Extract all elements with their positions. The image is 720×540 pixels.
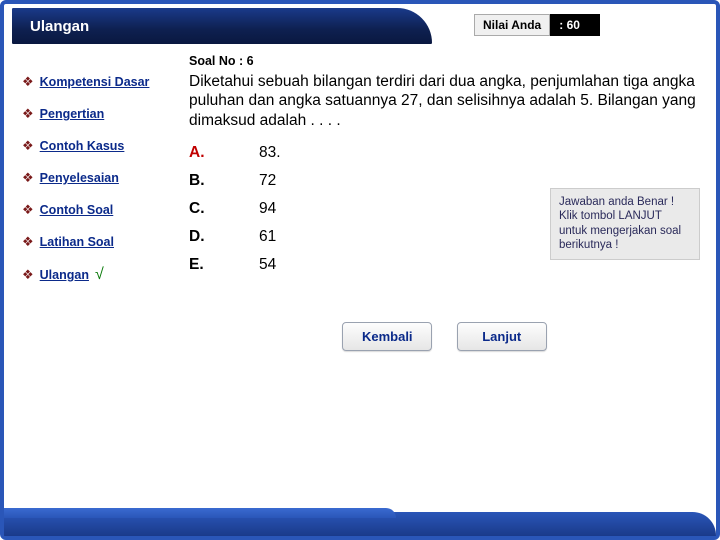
button-row: Kembali Lanjut: [189, 322, 700, 351]
option-letter: E.: [189, 256, 259, 274]
sidebar-item-contoh-soal[interactable]: ❖ Contoh Soal: [22, 202, 173, 218]
score-label: Nilai Anda: [474, 14, 550, 36]
diamond-bullet-icon: ❖: [22, 138, 34, 154]
sidebar-item-ulangan[interactable]: ❖ Ulangan √: [22, 266, 173, 284]
diamond-bullet-icon: ❖: [22, 74, 34, 90]
option-letter: A.: [189, 144, 259, 162]
option-letter: C.: [189, 200, 259, 218]
diamond-bullet-icon: ❖: [22, 202, 34, 218]
header: Ulangan Nilai Anda : 60: [4, 4, 716, 48]
option-value: 61: [259, 228, 276, 246]
sidebar-item-label: Kompetensi Dasar: [40, 75, 150, 89]
sidebar-item-label: Contoh Soal: [40, 203, 114, 217]
check-icon: √: [95, 266, 104, 284]
sidebar-item-label: Contoh Kasus: [40, 139, 125, 153]
feedback-box: Jawaban anda Benar ! Klik tombol LANJUT …: [550, 188, 700, 260]
sidebar-item-kompetensi-dasar[interactable]: ❖ Kompetensi Dasar: [22, 74, 173, 90]
diamond-bullet-icon: ❖: [22, 170, 34, 186]
option-a[interactable]: A. 83.: [189, 144, 700, 162]
score-value: : 60: [550, 14, 600, 36]
next-button-label: Lanjut: [482, 329, 521, 344]
question-number: Soal No : 6: [189, 54, 700, 68]
footer-decoration: [4, 512, 716, 536]
back-button-label: Kembali: [362, 329, 413, 344]
option-letter: B.: [189, 172, 259, 190]
sidebar-item-label: Ulangan: [40, 268, 89, 282]
content-area: Soal No : 6 Diketahui sebuah bilangan te…: [179, 48, 716, 508]
score-box: Nilai Anda : 60: [474, 14, 600, 36]
question-text: Diketahui sebuah bilangan terdiri dari d…: [189, 72, 700, 130]
option-value: 94: [259, 200, 276, 218]
next-button[interactable]: Lanjut: [457, 322, 547, 351]
diamond-bullet-icon: ❖: [22, 267, 34, 283]
header-title-text: Ulangan: [30, 18, 89, 35]
sidebar-item-label: Pengertian: [40, 107, 105, 121]
sidebar-item-label: Latihan Soal: [40, 235, 114, 249]
page-title: Ulangan: [12, 8, 432, 44]
diamond-bullet-icon: ❖: [22, 106, 34, 122]
sidebar-item-latihan-soal[interactable]: ❖ Latihan Soal: [22, 234, 173, 250]
sidebar-item-penyelesaian[interactable]: ❖ Penyelesaian: [22, 170, 173, 186]
option-value: 54: [259, 256, 276, 274]
feedback-text: Jawaban anda Benar ! Klik tombol LANJUT …: [559, 196, 681, 251]
sidebar: ❖ Kompetensi Dasar ❖ Pengertian ❖ Contoh…: [4, 48, 179, 508]
sidebar-item-label: Penyelesaian: [40, 171, 119, 185]
option-letter: D.: [189, 228, 259, 246]
back-button[interactable]: Kembali: [342, 322, 432, 351]
option-value: 72: [259, 172, 276, 190]
option-value: 83.: [259, 144, 281, 162]
sidebar-item-contoh-kasus[interactable]: ❖ Contoh Kasus: [22, 138, 173, 154]
sidebar-item-pengertian[interactable]: ❖ Pengertian: [22, 106, 173, 122]
diamond-bullet-icon: ❖: [22, 234, 34, 250]
